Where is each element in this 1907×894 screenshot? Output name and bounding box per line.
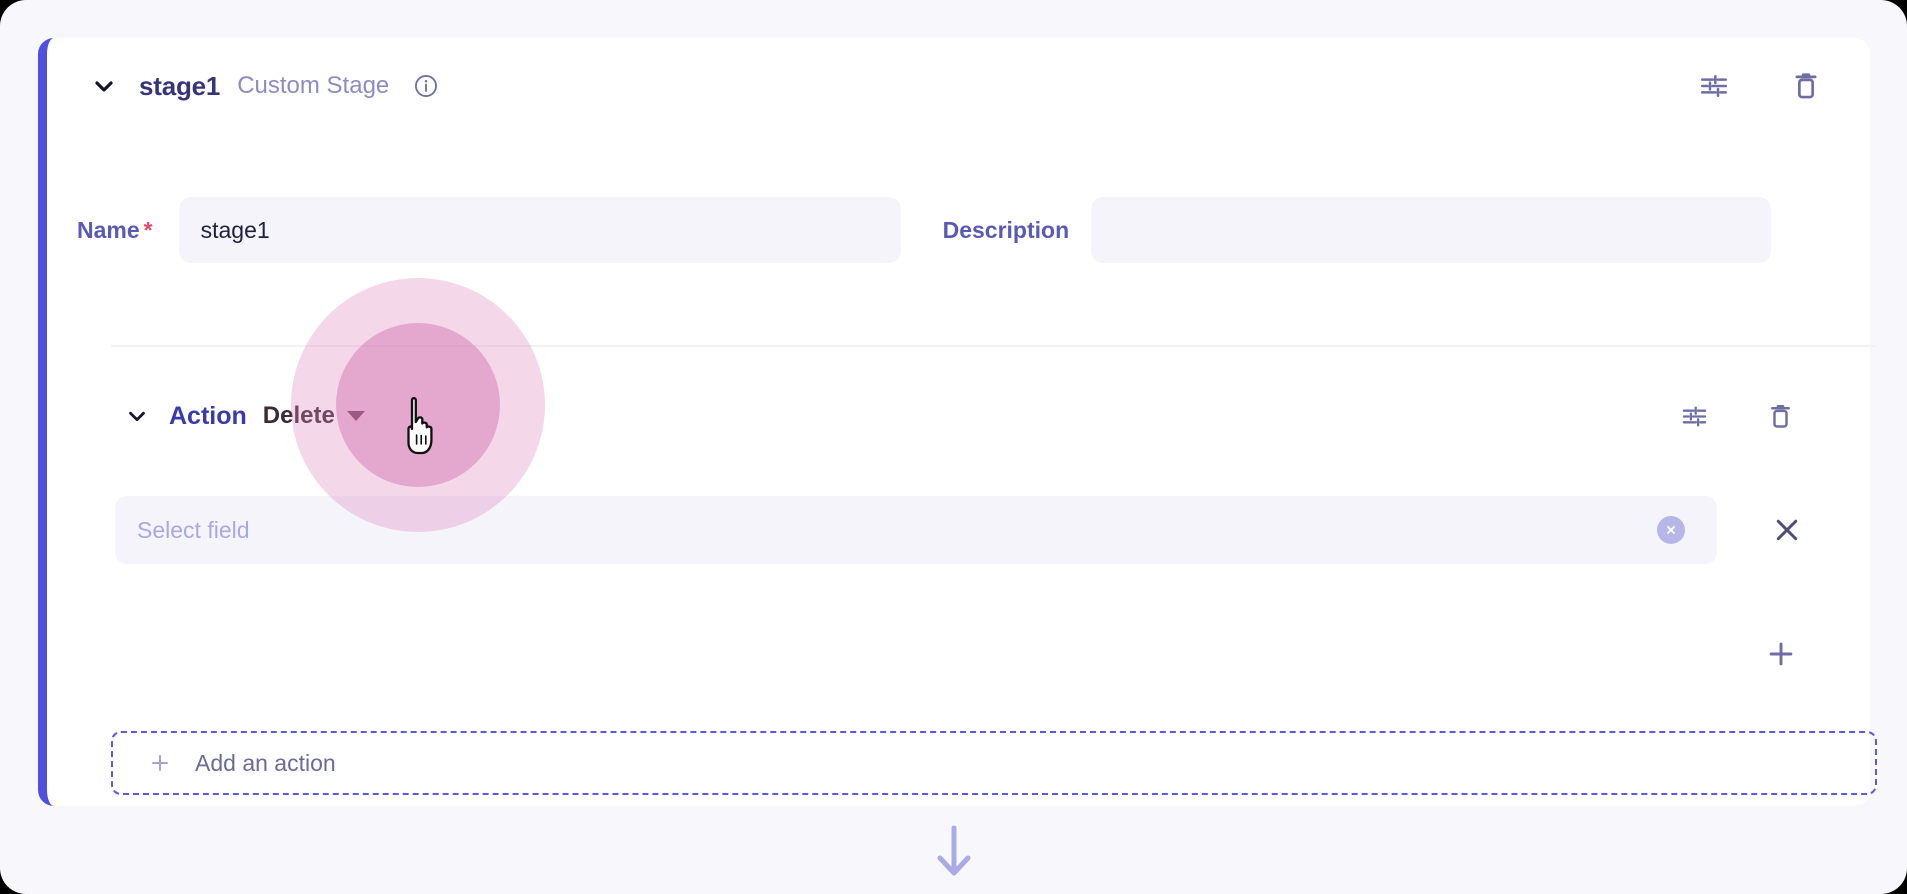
add-condition-row (47, 635, 1870, 675)
add-an-action-label: Add an action (195, 749, 336, 776)
stage-fields-row: Name* Description (47, 190, 1870, 270)
description-input[interactable] (1091, 197, 1772, 263)
stage-card: stage1 Custom Stage Name * stage1 Descri… (38, 38, 1877, 806)
plus-icon[interactable] (1762, 635, 1800, 673)
action-header: Action Delete (47, 396, 1870, 436)
arrow-down-icon[interactable] (932, 824, 976, 880)
select-field-placeholder: Select field (137, 516, 250, 543)
name-input[interactable] (178, 197, 901, 263)
sliders-settings-icon[interactable] (1694, 66, 1734, 106)
select-field-input[interactable]: Select field (115, 496, 1717, 564)
trash-delete-icon[interactable] (1786, 66, 1826, 106)
description-label: Description (942, 216, 1070, 243)
name-label: Name * (77, 217, 153, 244)
plus-icon (147, 750, 173, 776)
name-label-text: Name (77, 216, 140, 243)
stage-type-label: Custom Stage (237, 72, 390, 99)
stage-header: stage1 Custom Stage (47, 38, 1870, 134)
name-required-mark: * (143, 216, 153, 243)
action-operation-value: Delete (262, 402, 335, 429)
action-operation-dropdown[interactable]: Delete (263, 402, 365, 430)
info-circle-icon[interactable] (413, 73, 439, 99)
chevron-down-icon[interactable] (91, 73, 117, 99)
trash-delete-icon[interactable] (1762, 398, 1798, 434)
caret-down-icon (346, 411, 365, 421)
section-divider (111, 345, 1875, 347)
add-an-action-button[interactable]: Add an action (111, 731, 1877, 795)
stage-title: stage1 (139, 70, 221, 101)
chevron-down-icon[interactable] (125, 404, 149, 428)
clear-circle-x-icon[interactable] (1657, 516, 1685, 544)
action-field-row: Select field (115, 496, 1877, 564)
sliders-settings-icon[interactable] (1676, 398, 1712, 434)
close-x-icon[interactable] (1769, 512, 1805, 548)
app-canvas: stage1 Custom Stage Name * stage1 Descri… (0, 0, 1907, 894)
action-title: Action (169, 401, 247, 430)
